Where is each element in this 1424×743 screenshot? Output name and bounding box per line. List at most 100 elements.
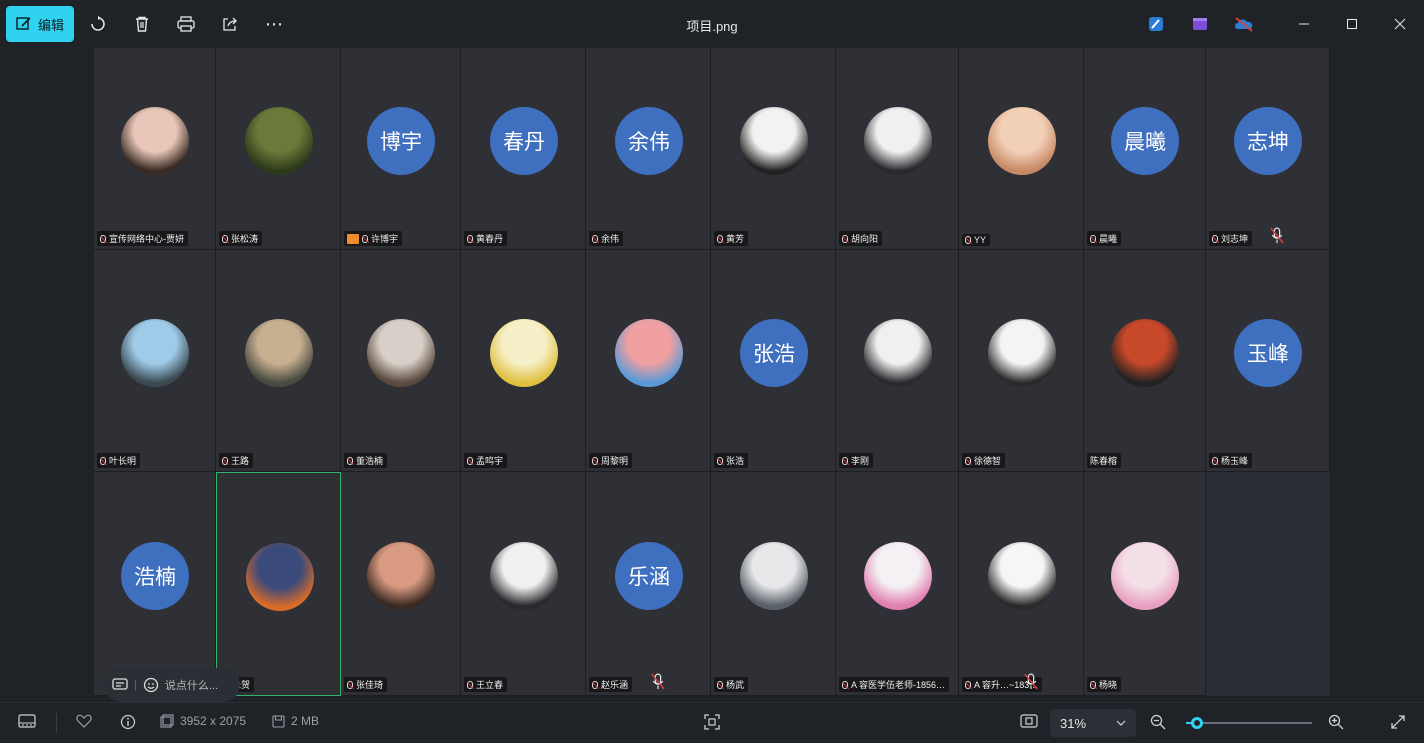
file-size: 2 MB [272,714,319,728]
participant-tile[interactable]: 叶长明 [94,250,216,472]
cartoon-fox-photo [246,543,314,611]
favorite-icon[interactable] [76,714,92,728]
status-bar: 3952 x 2075 2 MB 31% [0,702,1424,743]
boy-photo [988,319,1056,387]
puppies-photo [367,319,435,387]
participant-tile[interactable]: 张松涛 [216,48,341,250]
mic-muted-icon [717,234,723,243]
participant-tile[interactable]: YY [959,48,1084,250]
participant-tile[interactable]: 乐涵赵乐涵 [586,472,711,696]
participant-tile[interactable]: 张浩 张浩 [711,250,836,472]
mic-muted-icon [1090,234,1096,243]
participant-name: 孟鸣宇 [464,453,508,468]
participant-name: 余伟 [589,231,624,246]
designer-icon[interactable] [1144,12,1168,36]
chat-placeholder: 说点什么... [164,680,219,692]
logo-card-photo [864,542,932,610]
avatar-initials: 张浩 [740,319,808,387]
participant-tile[interactable]: A 容医学伍老师-1856… [836,472,959,696]
chat-icon [112,678,128,690]
participant-name: 王路 [219,453,254,468]
info-icon[interactable] [120,714,136,730]
participant-name: 赵乐涵 [589,677,633,692]
emoji-icon[interactable] [143,677,159,693]
avatar-initials: 春丹 [490,107,558,175]
participant-name: 杨玉峰 [1209,453,1253,468]
mic-muted-icon [467,456,473,465]
participant-name: 叶长明 [97,453,141,468]
clipchamp-icon[interactable] [1188,12,1212,36]
mic-muted-icon [222,456,228,465]
participant-tile[interactable]: 宣传网络中心-贾妍 [94,48,216,250]
mic-muted-icon [1212,456,1218,465]
mic-muted-icon [362,234,368,243]
maximize-button[interactable] [1340,12,1364,36]
mic-muted-icon [1090,680,1096,689]
zoom-slider[interactable] [1186,717,1312,729]
participant-tile[interactable]: 孟鸣宇 [461,250,586,472]
mic-muted-icon [842,680,848,689]
mic-muted-icon [842,234,848,243]
man-heart-photo [988,542,1056,610]
filmstrip-icon[interactable] [18,714,36,728]
onedrive-icon[interactable] [1232,12,1256,36]
man-suit-photo [864,319,932,387]
woman-smile-photo [367,542,435,610]
participant-tile[interactable]: 博宇 许博宇 [341,48,461,250]
participant-tile[interactable]: 杨晓 [1084,472,1206,696]
participant-tile[interactable]: 春丹 黄春丹 [461,48,586,250]
participant-tile[interactable]: 陈春榕 [1084,250,1206,472]
minimize-button[interactable] [1292,12,1316,36]
mic-muted-icon [467,234,473,243]
mic-muted-icon [347,680,353,689]
avatar-initials: 乐涵 [615,542,683,610]
fullscreen-icon[interactable] [1390,714,1406,730]
avatar-initials: 浩楠 [121,542,189,610]
crop-select-icon[interactable] [704,714,720,730]
participant-tile[interactable]: 余伟 余伟 [586,48,711,250]
participant-tile[interactable]: 张佳琦 [341,472,461,696]
image-canvas[interactable]: 宣传网络中心-贾妍 张松涛 博宇 许博宇 春丹 黄春丹 余伟 余伟 黄芳 胡向阳 YY 晨曦 晨曦 志坤刘… [94,48,1330,696]
participant-name: 许博宇 [344,231,403,246]
participant-tile[interactable]: 董浩楠 [341,250,461,472]
zoom-out-icon[interactable] [1150,714,1166,730]
mic-muted-icon [592,456,598,465]
close-button[interactable] [1388,12,1412,36]
participant-name: 李刚 [839,453,874,468]
dimensions-icon [160,714,174,728]
participant-name: 杨武 [714,677,749,692]
participant-name: 张佳琦 [344,677,388,692]
mic-muted-icon [467,680,473,689]
participant-tile[interactable]: 黄芳 [711,48,836,250]
participant-tile[interactable]: 王立春 [461,472,586,696]
participant-tile[interactable]: 周黎明 [586,250,711,472]
zoom-select[interactable]: 31% [1050,709,1136,737]
zoom-in-icon[interactable] [1328,714,1344,730]
participant-tile[interactable]: 浩楠 [94,472,216,696]
actual-size-icon[interactable] [1020,714,1038,728]
avatar-initials: 余伟 [615,107,683,175]
mic-muted-icon [651,673,665,690]
participant-tile[interactable]: 朱贺 [216,472,341,696]
participant-tile[interactable]: 李刚 [836,250,959,472]
participant-tile[interactable]: 徐德智 [959,250,1084,472]
forest-photo [245,107,313,175]
anime-group-photo [615,319,683,387]
mic-muted-icon [717,680,723,689]
participant-tile[interactable]: A 容升…~183… [959,472,1084,696]
mic-muted-icon [592,680,598,689]
mic-muted-icon [1212,234,1218,243]
chat-input-bar[interactable]: | 说点什么... [104,668,240,702]
zoom-slider-thumb[interactable] [1191,717,1203,729]
anime-boy-photo [740,542,808,610]
participant-tile[interactable]: 胡向阳 [836,48,959,250]
title-bar: 编辑 ⋯ 项目.png [0,0,1424,48]
participant-name: 刘志坤 [1209,231,1253,246]
participant-tile[interactable]: 玉峰 杨玉峰 [1206,250,1330,472]
participant-tile[interactable]: 杨武 [711,472,836,696]
avatar-initials: 晨曦 [1111,107,1179,175]
participant-tile[interactable]: 王路 [216,250,341,472]
participant-tile[interactable]: 志坤 刘志坤 [1206,48,1330,250]
participant-tile[interactable]: 晨曦 晨曦 [1084,48,1206,250]
man-suit-photo [864,107,932,175]
